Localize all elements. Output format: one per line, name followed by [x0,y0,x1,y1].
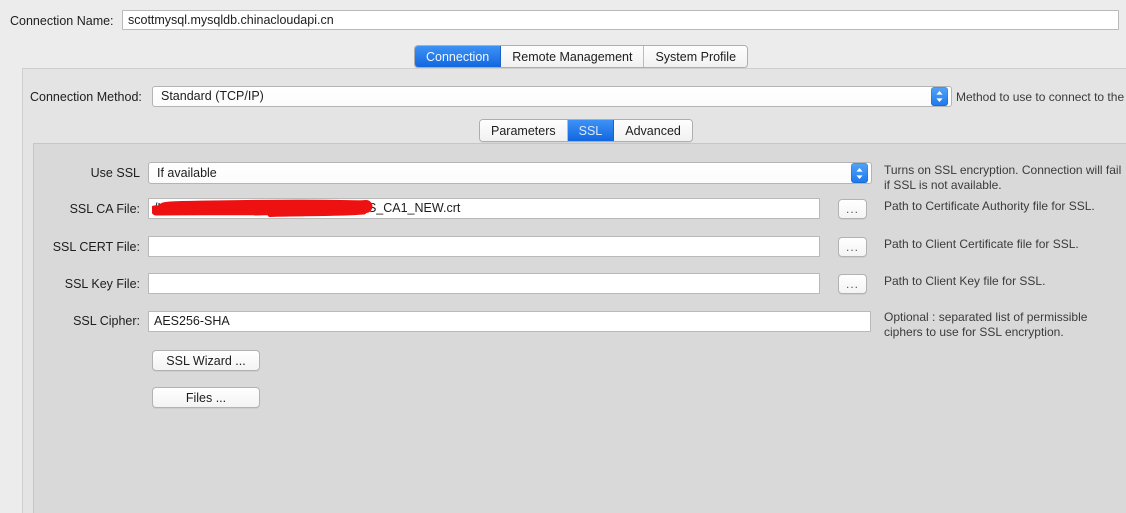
ssl-sub-tab-bar: Parameters SSL Advanced [479,119,693,142]
use-ssl-help-text: Turns on SSL encryption. Connection will… [884,163,1122,192]
ssl-cert-file-input[interactable] [148,236,820,257]
ssl-ca-file-help-text: Path to Certificate Authority file for S… [884,199,1095,213]
tab-remote-management[interactable]: Remote Management [501,46,645,67]
ssl-ca-file-label: SSL CA File: [69,202,140,216]
ssl-wizard-button[interactable]: SSL Wizard ... [152,350,260,371]
connection-name-row: Connection Name: scottmysql.mysqldb.chin… [0,0,1126,40]
tab-advanced[interactable]: Advanced [614,120,692,141]
ssl-cert-file-help-text: Path to Client Certificate file for SSL. [884,237,1079,251]
ssl-key-file-label: SSL Key File: [64,277,140,291]
tab-connection[interactable]: Connection [415,46,502,67]
ssl-key-file-browse-button[interactable]: ... [838,274,867,294]
connection-method-label: Connection Method: [30,90,142,104]
ssl-cipher-label: SSL Cipher: [73,314,140,328]
connection-method-help-text: Method to use to connect to the RD [956,90,1126,104]
connection-name-label: Connection Name: [10,14,114,28]
ssl-cert-file-label: SSL CERT File: [52,240,140,254]
connection-method-select[interactable]: Standard (TCP/IP) [152,86,952,107]
use-ssl-label: Use SSL [90,166,140,180]
ssl-key-file-help-text: Path to Client Key file for SSL. [884,274,1046,288]
ssl-ca-file-browse-button[interactable]: ... [838,199,867,219]
ssl-cipher-help-text: Optional : separated list of permissible… [884,310,1088,339]
ssl-cipher-input[interactable]: AES256-SHA [148,311,871,332]
ssl-ca-file-input[interactable]: /Users/scottxiao/Documents/ /Azure/WS_CA… [148,198,820,219]
tab-ssl[interactable]: SSL [567,120,615,141]
files-button[interactable]: Files ... [152,387,260,408]
main-tab-bar: Connection Remote Management System Prof… [414,45,749,68]
connection-name-input[interactable]: scottmysql.mysqldb.chinacloudapi.cn [122,10,1119,30]
use-ssl-stepper-icon[interactable] [851,163,868,183]
ssl-key-file-input[interactable] [148,273,820,294]
tab-parameters[interactable]: Parameters [480,120,568,141]
tab-system-profile[interactable]: System Profile [644,46,748,67]
connection-method-stepper-icon[interactable] [931,87,948,106]
ssl-cert-file-browse-button[interactable]: ... [838,237,867,257]
use-ssl-select[interactable]: If available [148,162,872,184]
